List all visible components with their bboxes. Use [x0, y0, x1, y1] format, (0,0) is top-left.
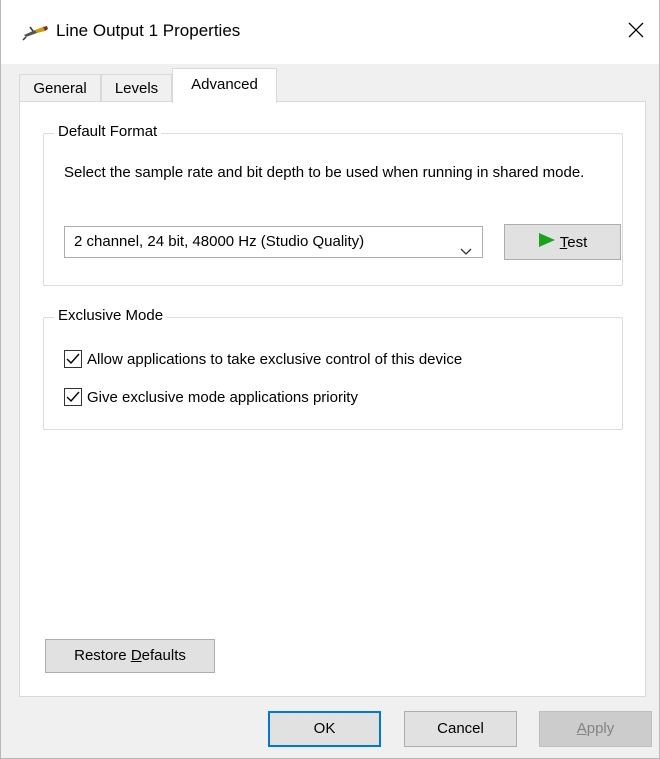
- cancel-button[interactable]: Cancel: [404, 711, 517, 747]
- allow-exclusive-checkbox[interactable]: [64, 350, 82, 368]
- format-select-value: 2 channel, 24 bit, 48000 Hz (Studio Qual…: [74, 233, 365, 250]
- test-button-label: Test: [559, 233, 588, 251]
- priority-label: Give exclusive mode applications priorit…: [87, 388, 358, 406]
- format-select[interactable]: 2 channel, 24 bit, 48000 Hz (Studio Qual…: [64, 226, 483, 258]
- close-button[interactable]: [613, 12, 659, 52]
- checkmark-icon: [66, 391, 80, 403]
- exclusive-mode-group: Exclusive Mode Allow applications to tak…: [43, 307, 623, 430]
- speaker-plug-icon: [21, 22, 49, 42]
- allow-exclusive-label: Allow applications to take exclusive con…: [87, 350, 463, 368]
- default-format-group: Default Format Select the sample rate an…: [43, 123, 623, 286]
- close-icon: [628, 22, 644, 42]
- allow-exclusive-row[interactable]: Allow applications to take exclusive con…: [64, 350, 462, 368]
- tab-panel-advanced: Default Format Select the sample rate an…: [19, 101, 646, 697]
- default-format-description: Select the sample rate and bit depth to …: [64, 164, 585, 181]
- default-format-label: Default Format: [54, 123, 162, 140]
- title-bar: Line Output 1 Properties: [1, 0, 659, 64]
- tab-levels[interactable]: Levels: [101, 74, 172, 103]
- priority-checkbox[interactable]: [64, 388, 82, 406]
- apply-button[interactable]: Apply: [539, 711, 652, 747]
- ok-button[interactable]: OK: [268, 711, 381, 747]
- window-title: Line Output 1 Properties: [56, 21, 241, 40]
- properties-dialog: Line Output 1 Properties General Levels …: [0, 0, 660, 759]
- apply-accelerator: A: [576, 720, 587, 737]
- tab-advanced[interactable]: Advanced: [172, 68, 277, 103]
- restore-defaults-button[interactable]: Restore Defaults: [45, 639, 215, 673]
- priority-row[interactable]: Give exclusive mode applications priorit…: [64, 388, 358, 406]
- play-icon: [538, 232, 556, 252]
- exclusive-mode-label: Exclusive Mode: [54, 307, 168, 324]
- tab-general[interactable]: General: [19, 74, 101, 103]
- restore-accelerator: D: [130, 647, 142, 664]
- chevron-down-icon: [460, 237, 472, 255]
- checkmark-icon: [66, 353, 80, 365]
- test-button[interactable]: Test: [504, 224, 621, 260]
